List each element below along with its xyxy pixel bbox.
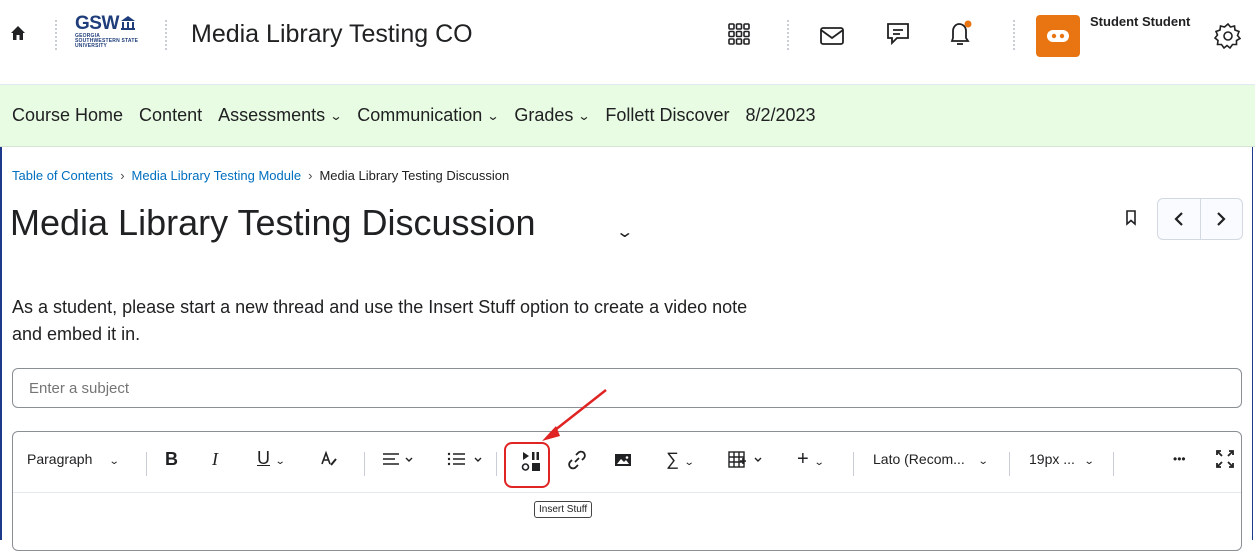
app-grid-icon[interactable] (725, 20, 753, 48)
bookmark-icon[interactable] (1125, 210, 1137, 231)
divider (1013, 20, 1015, 50)
nav-course-home[interactable]: Course Home (12, 105, 123, 126)
align-left-icon[interactable] (382, 452, 416, 472)
university-logo[interactable]: GSW GEORGIA SOUTHWESTERN STATE UNIVERSIT… (75, 14, 145, 60)
toolbar-divider (496, 452, 497, 476)
notifications-bell-icon[interactable] (946, 20, 974, 48)
subject-input[interactable] (12, 368, 1242, 408)
chevron-down-icon: ⌄ (329, 108, 343, 123)
equation-icon[interactable]: ∑ ⌄ (666, 449, 694, 470)
discussion-description: As a student, please start a new thread … (12, 297, 748, 344)
underline-icon[interactable]: U ⌄ (257, 448, 286, 469)
mail-icon[interactable] (818, 22, 846, 50)
username[interactable]: Student Student (1090, 14, 1190, 29)
chevron-down-icon: ⌄ (577, 108, 591, 123)
breadcrumb-current: Media Library Testing Discussion (319, 168, 510, 183)
nav-date-link[interactable]: 8/2/2023 (745, 105, 815, 126)
divider (787, 20, 789, 50)
divider (165, 20, 167, 50)
nav-follett-discover[interactable]: Follett Discover (605, 105, 729, 126)
next-topic-button[interactable] (1199, 199, 1243, 239)
more-options-icon[interactable]: ••• (1173, 452, 1186, 466)
toolbar-divider (364, 452, 365, 476)
font-size-select[interactable]: 19px ... ⌄ (1029, 451, 1095, 467)
title-chevron-down-icon[interactable]: ⌄ (615, 222, 634, 242)
fullscreen-icon[interactable] (1216, 450, 1234, 472)
insert-image-icon[interactable] (614, 452, 632, 472)
toolbar-divider (853, 452, 854, 476)
breadcrumb-separator: › (120, 168, 125, 183)
top-bar: GSW GEORGIA SOUTHWESTERN STATE UNIVERSIT… (0, 0, 1255, 85)
course-title[interactable]: Media Library Testing CO (191, 20, 473, 49)
course-navbar: Course Home Content Assessments ⌄ Communi… (0, 85, 1255, 147)
page-title: Media Library Testing Discussion (10, 202, 536, 243)
topic-pager (1157, 198, 1243, 240)
chevron-down-icon: ⌄ (486, 108, 500, 123)
bold-icon[interactable]: B (165, 449, 178, 470)
settings-gear-icon[interactable] (1214, 22, 1242, 50)
italic-icon[interactable]: I (212, 449, 218, 470)
editor-toolbar: Paragraph ⌄ B I U ⌄ ∑ ⌄ + ⌄ Lato (Recom.. (13, 432, 1241, 493)
breadcrumb-module[interactable]: Media Library Testing Module (132, 168, 302, 183)
breadcrumb: Table of Contents › Media Library Testing … (12, 168, 509, 183)
previous-topic-button[interactable] (1158, 199, 1200, 239)
insert-more-icon[interactable]: + ⌄ (797, 448, 824, 471)
paragraph-format-select[interactable]: Paragraph ⌄ (27, 451, 120, 467)
nav-communication[interactable]: Communication ⌄ (357, 105, 500, 126)
insert-stuff-highlight-box (504, 442, 550, 488)
annotation-arrow-icon (542, 389, 607, 441)
insert-stuff-tooltip: Insert Stuff (534, 501, 593, 518)
avatar[interactable] (1036, 15, 1080, 57)
toolbar-divider (1009, 452, 1010, 476)
chat-icon[interactable] (884, 20, 912, 48)
home-icon[interactable] (10, 25, 26, 41)
list-icon[interactable] (447, 452, 487, 472)
toolbar-divider (146, 452, 147, 476)
logo-subtext: GEORGIA SOUTHWESTERN STATE UNIVERSITY (75, 33, 139, 49)
table-icon[interactable] (728, 451, 766, 473)
nav-assessments[interactable]: Assessments ⌄ (218, 105, 343, 126)
nav-grades[interactable]: Grades ⌄ (514, 105, 591, 126)
divider (55, 20, 57, 50)
nav-content[interactable]: Content (139, 105, 202, 126)
font-family-select[interactable]: Lato (Recom... ⌄ (873, 451, 988, 467)
rich-text-editor[interactable]: Paragraph ⌄ B I U ⌄ ∑ ⌄ + ⌄ Lato (Recom.. (12, 431, 1242, 551)
text-style-icon[interactable] (320, 450, 338, 472)
breadcrumb-separator: › (308, 168, 313, 183)
breadcrumb-table-of-contents[interactable]: Table of Contents (12, 168, 113, 183)
toolbar-divider (1113, 452, 1114, 476)
insert-link-icon[interactable] (567, 450, 587, 474)
